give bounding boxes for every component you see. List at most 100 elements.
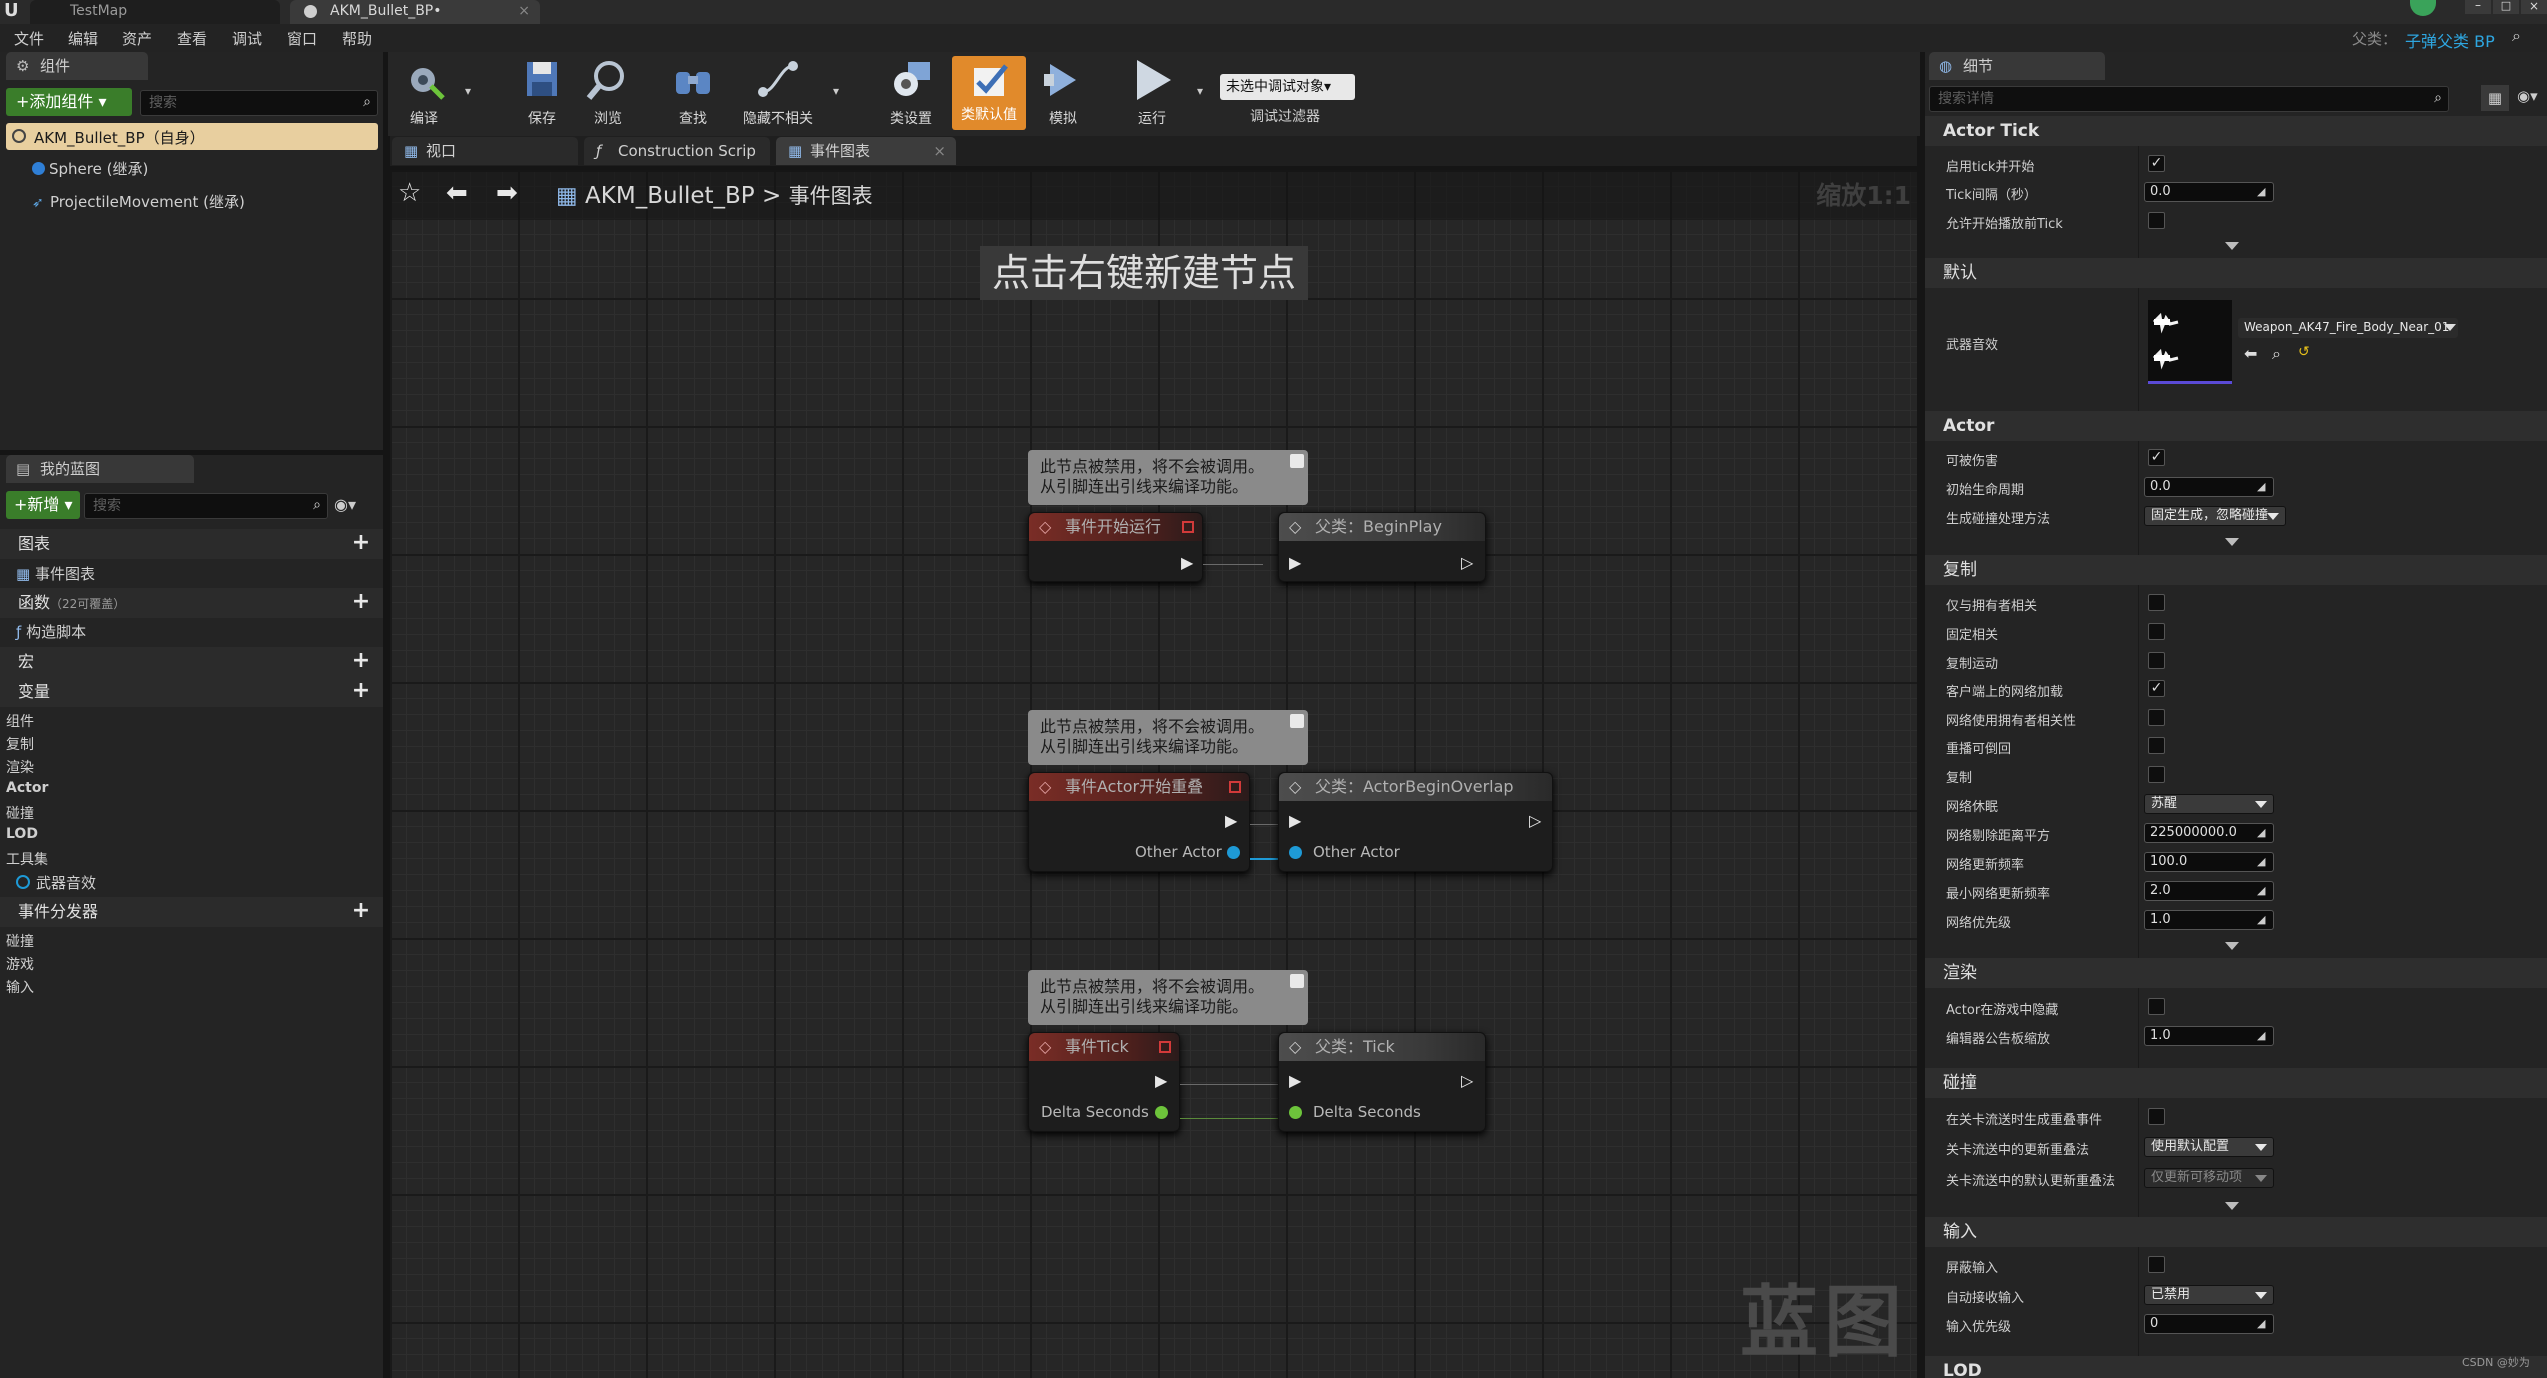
category-input[interactable]: 输入 [1925,1217,2547,1247]
exec-out-pin-icon[interactable]: ▷ [1461,553,1473,572]
event-graph-canvas[interactable]: ☆ ⬅ ➡ ▦ AKM_Bullet_BP > 事件图表 缩放1:1 点击右键新… [390,170,1917,1378]
advanced-expand-icon[interactable] [2225,242,2239,250]
advanced-expand-icon[interactable] [2225,538,2239,546]
variable-category[interactable]: 渲染 [6,757,34,777]
reset-to-default-icon[interactable]: ↺ [2298,344,2310,360]
variable-category[interactable]: 复制 [6,734,34,754]
document-tab-testmap[interactable]: TestMap [30,0,280,24]
float-pin-icon[interactable] [1155,1106,1168,1119]
variable-category[interactable]: Actor [6,780,48,796]
maximize-icon[interactable]: □ [2493,0,2519,14]
menu-help[interactable]: 帮助 [342,28,372,49]
net-dormancy-select[interactable]: 苏醒 [2144,794,2274,814]
add-component-button[interactable]: +添加组件 ▾ [6,88,132,116]
comment-close-icon[interactable] [1290,454,1304,468]
close-window-icon[interactable]: × [2521,0,2547,14]
spawn-collision-method-select[interactable]: 固定生成，忽略碰撞 [2144,506,2286,526]
block-input-checkbox[interactable] [2148,1256,2165,1273]
parent-class-link[interactable]: 子弹父类 BP [2405,28,2495,52]
menu-asset[interactable]: 资产 [122,28,152,49]
component-projectile-movement[interactable]: ➶ ProjectileMovement (继承) [32,191,245,212]
float-pin-icon[interactable] [1289,1106,1302,1119]
play-button[interactable]: 运行 [1115,54,1189,134]
delegate-pin-icon[interactable] [1229,781,1241,793]
compile-button[interactable]: 编译 [387,54,461,134]
auto-receive-input-select[interactable]: 已禁用 [2144,1285,2274,1305]
back-arrow-icon[interactable]: ⬅ [446,178,468,208]
object-pin-icon[interactable] [1227,846,1240,859]
category-lod[interactable]: LOD [1925,1356,2547,1378]
always-relevant-checkbox[interactable] [2148,623,2165,640]
variable-category[interactable]: 组件 [6,711,34,731]
spin-arrows-icon[interactable]: ◢ [2257,826,2269,840]
replicates-checkbox[interactable] [2148,766,2165,783]
spin-arrows-icon[interactable]: ◢ [2257,1029,2269,1043]
add-function-plus-icon[interactable]: + [351,591,371,613]
close-tab-icon[interactable]: × [518,0,530,22]
section-graphs[interactable]: 图表 + [0,529,383,559]
node-event-actor-begin-overlap[interactable]: ◇ 事件Actor开始重叠 ▶ Other Actor [1028,772,1250,872]
comment-close-icon[interactable] [1290,714,1304,728]
browse-asset-search-icon[interactable]: ⌕ [2272,344,2281,364]
exec-in-pin-icon[interactable]: ▶ [1289,1071,1301,1090]
actor-hidden-in-game-checkbox[interactable] [2148,998,2165,1015]
initial-lifespan-field[interactable]: 0.0 ◢ [2144,477,2274,497]
visibility-eye-icon[interactable]: ◉▾ [2517,87,2538,105]
category-collision[interactable]: 碰撞 [1925,1068,2547,1098]
category-actor[interactable]: Actor [1925,411,2547,441]
component-root-row[interactable]: AKM_Bullet_BP（自身） [6,123,378,150]
advanced-expand-icon[interactable] [2225,1202,2239,1210]
category-replication[interactable]: 复制 [1925,555,2547,585]
exec-in-pin-icon[interactable]: ▶ [1289,811,1301,830]
generate-overlap-on-streaming-checkbox[interactable] [2148,1108,2165,1125]
category-actor-tick[interactable]: Actor Tick [1925,116,2547,146]
menu-view[interactable]: 查看 [177,28,207,49]
class-defaults-button[interactable]: 类默认值 [952,56,1026,130]
play-options-chevron-icon[interactable]: ▾ [1197,84,1203,98]
event-graph-item[interactable]: ▦ 事件图表 [16,563,95,584]
only-relevant-to-owner-checkbox[interactable] [2148,594,2165,611]
node-event-tick[interactable]: ◇ 事件Tick ▶ Delta Seconds [1028,1032,1180,1132]
delegate-pin-icon[interactable] [1182,521,1194,533]
favorite-star-icon[interactable]: ☆ [398,178,421,208]
weapon-sound-asset-select[interactable]: Weapon_AK47_Fire_Body_Near_01 [2238,318,2458,338]
delegate-pin-icon[interactable] [1159,1041,1171,1053]
details-search-input[interactable]: 搜索详情 ⌕ [1929,86,2449,112]
exec-out-pin-icon[interactable]: ▶ [1155,1071,1167,1090]
property-matrix-icon[interactable]: ▦ [2481,85,2509,111]
section-event-dispatchers[interactable]: 事件分发器 + [0,897,383,927]
spin-arrows-icon[interactable]: ◢ [2257,1317,2269,1331]
start-with-tick-enabled-checkbox[interactable]: ✓ [2148,155,2165,172]
find-button[interactable]: 查找 [656,54,730,134]
net-cull-distance-field[interactable]: 225000000.0 ◢ [2144,823,2274,843]
net-use-owner-relevancy-checkbox[interactable] [2148,709,2165,726]
exec-out-pin-icon[interactable]: ▶ [1181,553,1193,572]
category-default[interactable]: 默认 [1925,258,2547,288]
component-sphere[interactable]: Sphere (继承) [32,158,148,179]
components-search-input[interactable]: 搜索 ⌕ [140,90,378,116]
view-options-eye-icon[interactable]: ◉▾ [334,495,356,514]
breadcrumb-blueprint[interactable]: AKM_Bullet_BP [585,183,755,209]
construction-script-item[interactable]: ƒ 构造脚本 [16,621,86,642]
min-net-update-frequency-field[interactable]: 2.0 ◢ [2144,881,2274,901]
editor-billboard-scale-field[interactable]: 1.0 ◢ [2144,1026,2274,1046]
exec-out-pin-icon[interactable]: ▷ [1529,811,1541,830]
menu-file[interactable]: 文件 [14,28,44,49]
node-parent-actor-begin-overlap[interactable]: ◇ 父类：ActorBeginOverlap ▶ ▷ Other Actor [1278,772,1553,872]
section-functions[interactable]: 函数（22可覆盖） + [0,588,383,618]
blueprint-search-input[interactable]: 搜索 ⌕ [84,493,328,519]
net-update-frequency-field[interactable]: 100.0 ◢ [2144,852,2274,872]
add-variable-plus-icon[interactable]: + [351,680,371,702]
hide-unrelated-button[interactable]: 隐藏不相关 [736,54,820,134]
search-icon[interactable]: ⌕ [2512,26,2521,46]
node-parent-tick[interactable]: ◇ 父类：Tick ▶ ▷ Delta Seconds [1278,1032,1486,1132]
menu-window[interactable]: 窗口 [287,28,317,49]
exec-in-pin-icon[interactable]: ▶ [1289,553,1301,572]
exec-out-pin-icon[interactable]: ▷ [1461,1071,1473,1090]
class-settings-button[interactable]: 类设置 [874,54,948,134]
tab-event-graph[interactable]: ▦ 事件图表 × [776,137,956,165]
update-overlaps-method-select[interactable]: 使用默认配置 [2144,1137,2274,1157]
save-button[interactable]: 保存 [505,54,579,134]
dispatcher-category[interactable]: 输入 [6,977,34,997]
object-pin-icon[interactable] [1289,846,1302,859]
